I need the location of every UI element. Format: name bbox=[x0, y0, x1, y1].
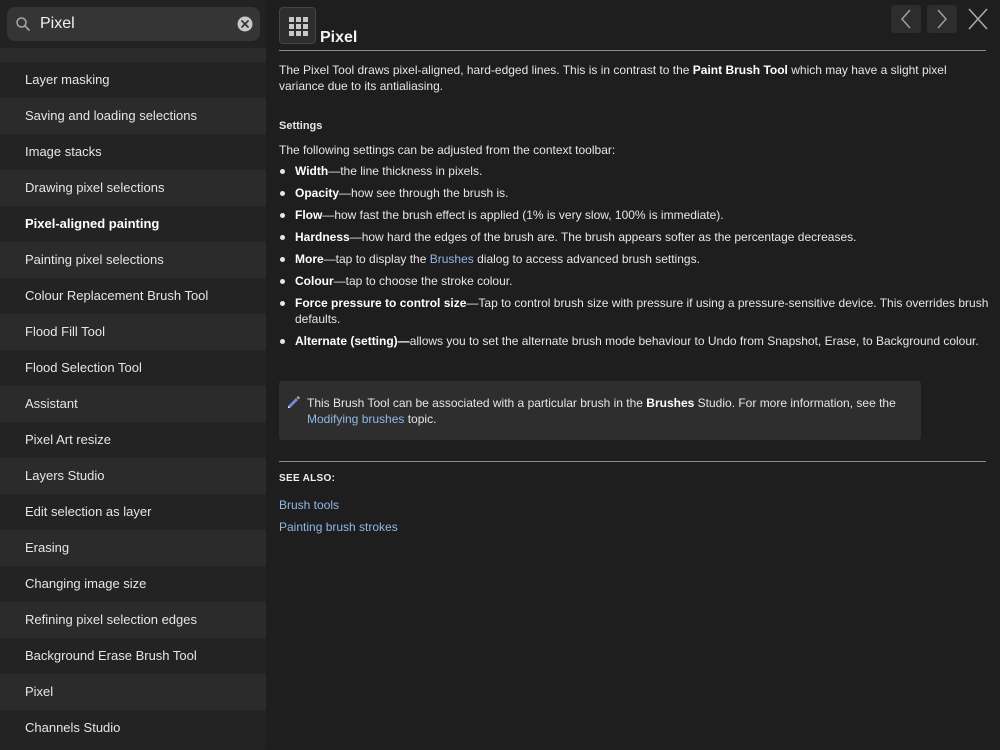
settings-heading: Settings bbox=[279, 120, 323, 132]
search-bar bbox=[0, 0, 266, 48]
chevron-left-icon bbox=[900, 9, 911, 29]
sidebar-item[interactable]: Layers Studio bbox=[0, 458, 266, 494]
modifying-brushes-link[interactable]: Modifying brushes bbox=[307, 412, 404, 426]
next-button[interactable] bbox=[927, 5, 957, 33]
see-also-link-brush-tools[interactable]: Brush tools bbox=[279, 498, 339, 512]
see-also-divider bbox=[279, 461, 986, 462]
see-also-link-painting-brush-strokes[interactable]: Painting brush strokes bbox=[279, 520, 398, 534]
sidebar-item[interactable]: Pixel bbox=[0, 674, 266, 710]
chevron-right-icon bbox=[937, 9, 948, 29]
sidebar-item[interactable]: Painting pixel selections bbox=[0, 242, 266, 278]
sidebar-item[interactable]: Erasing bbox=[0, 530, 266, 566]
setting-more: More—tap to display the Brushes dialog t… bbox=[279, 251, 989, 267]
sidebar-item[interactable]: Channels Studio bbox=[0, 710, 266, 746]
page-title: Pixel bbox=[320, 29, 358, 46]
brushes-link[interactable]: Brushes bbox=[430, 252, 474, 266]
help-content: Pixel The Pixel Tool draws pixel-aligned… bbox=[266, 0, 1000, 750]
article-body: The Pixel Tool draws pixel-aligned, hard… bbox=[279, 62, 989, 355]
previous-button[interactable] bbox=[891, 5, 921, 33]
note-box: This Brush Tool can be associated with a… bbox=[279, 381, 921, 440]
sidebar: Layer masking Saving and loading selectio… bbox=[0, 0, 266, 750]
setting-hardness: Hardness—how hard the edges of the brush… bbox=[279, 229, 989, 245]
setting-width: Width—the line thickness in pixels. bbox=[279, 163, 989, 179]
search-input[interactable] bbox=[40, 12, 230, 36]
sidebar-item[interactable]: Edit selection as layer bbox=[0, 494, 266, 530]
sidebar-item[interactable]: Image stacks bbox=[0, 134, 266, 170]
see-also-heading: SEE ALSO: bbox=[279, 473, 336, 484]
sidebar-item[interactable]: Flood Fill Tool bbox=[0, 314, 266, 350]
sidebar-item[interactable]: Drawing pixel selections bbox=[0, 170, 266, 206]
settings-lead: The following settings can be adjusted f… bbox=[279, 143, 616, 157]
close-icon bbox=[968, 8, 988, 30]
sidebar-item[interactable]: Layer masking bbox=[0, 62, 266, 98]
close-button[interactable] bbox=[963, 5, 993, 33]
topic-list: Layer masking Saving and loading selectio… bbox=[0, 26, 266, 746]
clear-icon[interactable] bbox=[237, 16, 253, 32]
setting-flow: Flow—how fast the brush effect is applie… bbox=[279, 207, 989, 223]
sidebar-item[interactable]: Refining pixel selection edges bbox=[0, 602, 266, 638]
pencil-icon bbox=[288, 396, 300, 408]
intro-paragraph: The Pixel Tool draws pixel-aligned, hard… bbox=[279, 63, 947, 93]
sidebar-item[interactable]: Changing image size bbox=[0, 566, 266, 602]
sidebar-item[interactable]: Assistant bbox=[0, 386, 266, 422]
brushes-studio-term: Brushes bbox=[646, 396, 695, 410]
sidebar-item[interactable]: Background Erase Brush Tool bbox=[0, 638, 266, 674]
setting-force-pressure: Force pressure to control size—Tap to co… bbox=[279, 295, 989, 327]
search-box[interactable] bbox=[7, 7, 260, 41]
app-icon bbox=[279, 7, 316, 44]
sidebar-item[interactable]: Pixel-aligned painting bbox=[0, 206, 266, 242]
sidebar-item[interactable]: Flood Selection Tool bbox=[0, 350, 266, 386]
settings-list: Width—the line thickness in pixels. Opac… bbox=[279, 163, 989, 349]
setting-alternate: Alternate (setting)—allows you to set th… bbox=[279, 333, 989, 349]
grid-icon bbox=[289, 17, 308, 36]
paint-brush-tool-term: Paint Brush Tool bbox=[692, 63, 788, 77]
sidebar-item[interactable]: Saving and loading selections bbox=[0, 98, 266, 134]
search-icon bbox=[16, 17, 30, 31]
setting-opacity: Opacity—how see through the brush is. bbox=[279, 185, 989, 201]
sidebar-item[interactable]: Pixel Art resize bbox=[0, 422, 266, 458]
title-divider bbox=[279, 50, 986, 51]
setting-colour: Colour—tap to choose the stroke colour. bbox=[279, 273, 989, 289]
sidebar-item[interactable]: Colour Replacement Brush Tool bbox=[0, 278, 266, 314]
